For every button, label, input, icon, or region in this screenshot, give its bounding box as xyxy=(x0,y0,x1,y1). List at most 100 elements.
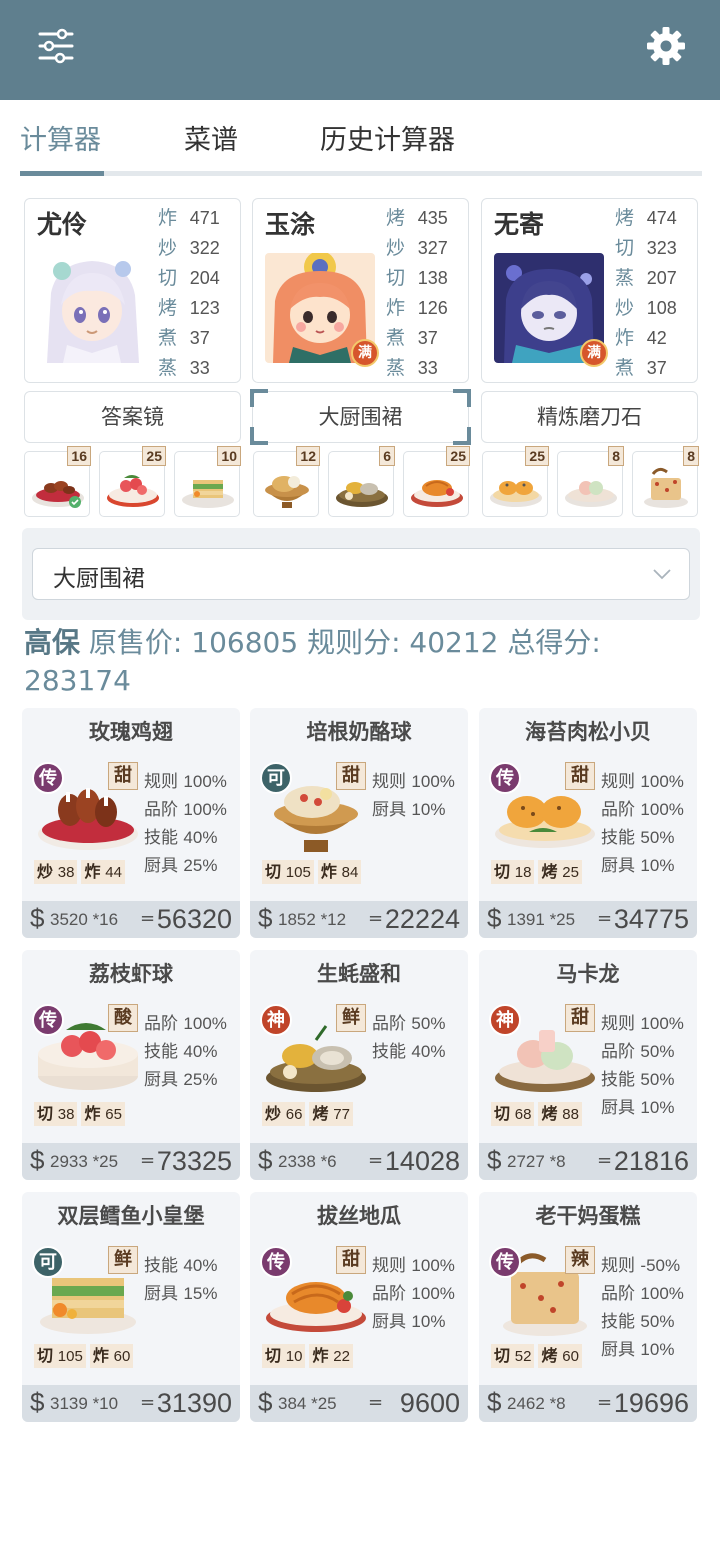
selection-corner xyxy=(250,389,268,407)
bonus-value: 100% xyxy=(183,1014,227,1033)
mini-dish-slot[interactable]: 25 xyxy=(482,446,549,517)
rarity-badge: 可 xyxy=(260,762,292,794)
dish-total: 34775 xyxy=(613,904,689,934)
gear-icon[interactable] xyxy=(644,24,688,68)
dish-count-badge: 25 xyxy=(525,446,549,466)
rule-score-value: 40212 xyxy=(409,626,499,659)
bonus-value: 100% xyxy=(411,1256,455,1275)
price-bar: $2933 *25 = 73325 xyxy=(22,1143,240,1180)
bonus-value: 10% xyxy=(640,1098,675,1117)
skill-requirements: 切 52 烤 60 xyxy=(491,1344,582,1368)
dish-total: 31390 xyxy=(156,1388,232,1418)
mini-dish-slot[interactable]: 16 xyxy=(24,446,91,517)
bonus-list: 技能 40% 厨具 15% xyxy=(144,1252,217,1308)
mini-dish-slot[interactable]: 25 xyxy=(99,446,166,517)
mini-dish-slot[interactable]: 10 xyxy=(174,446,241,517)
dish-total: 21816 xyxy=(613,1146,689,1176)
price-bar: $384 *25 = 9600 xyxy=(250,1385,468,1422)
bonus-row: 技能 40% xyxy=(144,1252,217,1280)
mini-dish-slot[interactable]: 12 xyxy=(253,446,320,517)
chef-card[interactable]: 玉涂 满 烤 435 炒 327 切 138 炸 126 煮 37 蒸 33 xyxy=(252,198,469,383)
dish-card[interactable]: 培根奶酪球可甜规则 100% 厨具 10% 切 105 炸 84 $1852 *12 = 2… xyxy=(250,708,468,938)
bonus-row: 规则 100% xyxy=(372,768,455,796)
bonus-row: 规则 100% xyxy=(372,1252,455,1280)
bonus-label: 技能 xyxy=(144,1042,178,1062)
dish-name: 马卡龙 xyxy=(556,962,620,986)
skill-requirements: 切 18 烤 25 xyxy=(491,860,582,884)
chef-card[interactable]: 无寄 满 烤 474 切 323 蒸 207 炒 108 炸 42 煮 37 xyxy=(481,198,698,383)
equals-sign: = xyxy=(597,1392,613,1413)
equipment-button-selected[interactable]: 大厨围裙 xyxy=(250,389,471,445)
dish-card[interactable]: 海苔肉松小贝传甜规则 100% 品阶 100% 技能 50% 厨具 10% 切 18 烤 … xyxy=(479,708,697,938)
bonus-value: 25% xyxy=(183,856,218,875)
dish-card[interactable]: 拔丝地瓜传甜规则 100% 品阶 100% 厨具 10% 切 10 炸 22 $384 *… xyxy=(250,1192,468,1422)
dish-name: 生蚝盛和 xyxy=(317,962,401,986)
skill-requirements: 炒 66 烤 77 xyxy=(262,1102,353,1126)
dish-name: 培根奶酪球 xyxy=(306,720,412,744)
score-summary: 高保 原售价: 106805 规则分: 40212 总得分: 283174 xyxy=(24,624,704,700)
dish-count-badge: 25 xyxy=(142,446,166,466)
bonus-row: 品阶 50% xyxy=(372,1010,445,1038)
bonus-value: 10% xyxy=(640,1340,675,1359)
mini-dish-slot[interactable]: 25 xyxy=(403,446,470,517)
dish-name: 拔丝地瓜 xyxy=(317,1204,401,1228)
bonus-label: 技能 xyxy=(372,1042,406,1062)
mini-dish-slot[interactable]: 8 xyxy=(557,446,624,517)
tab-calculator[interactable]: 计算器 xyxy=(20,118,101,157)
price-calculation: 2462 *8 xyxy=(507,1394,566,1413)
dish-card[interactable]: 马卡龙神甜规则 100% 品阶 50% 技能 50% 厨具 10% 切 68 烤 88 $2… xyxy=(479,950,697,1180)
dish-count-badge: 12 xyxy=(296,446,320,466)
rule-score-label: 规则分: xyxy=(307,626,401,659)
dish-card[interactable]: 老干妈蛋糕传辣规则 -50% 品阶 100% 技能 50% 厨具 10% 切 52 烤 6… xyxy=(479,1192,697,1422)
tab-track xyxy=(20,171,702,176)
max-level-badge: 满 xyxy=(580,339,608,367)
equipment-button[interactable]: 精炼磨刀石 xyxy=(481,391,698,443)
rarity-badge: 传 xyxy=(32,1004,64,1036)
bonus-label: 技能 xyxy=(601,828,635,848)
bonus-value: 40% xyxy=(411,1042,446,1061)
flavor-badge: 酸 xyxy=(108,1004,138,1032)
dish-total: 56320 xyxy=(156,904,232,934)
dish-card[interactable]: 玫瑰鸡翅传甜规则 100% 品阶 100% 技能 40% 厨具 25% 炒 38 炸 44… xyxy=(22,708,240,938)
equals-sign: = xyxy=(140,1392,156,1413)
skill-requirement: 炸 65 xyxy=(81,1102,125,1126)
price-calculation: 2338 *6 xyxy=(278,1152,337,1171)
max-level-badge: 满 xyxy=(351,339,379,367)
bonus-row: 品阶 100% xyxy=(601,796,684,824)
price-bar: $3520 *16 = 56320 xyxy=(22,901,240,938)
skill-requirement: 切 38 xyxy=(34,1102,78,1126)
dollar-icon: $ xyxy=(30,903,45,933)
bonus-row: 规则 100% xyxy=(601,768,684,796)
dish-card[interactable]: 荔枝虾球传酸品阶 100% 技能 40% 厨具 25% 切 38 炸 65 $2933 *… xyxy=(22,950,240,1180)
chef-card[interactable]: 尤伶 炸 471 炒 322 切 204 烤 123 煮 37 蒸 33 xyxy=(24,198,241,383)
bonus-value: 100% xyxy=(640,800,684,819)
tab-history-calculator[interactable]: 历史计算器 xyxy=(320,118,455,157)
dish-count-badge: 16 xyxy=(67,446,91,466)
mini-dish-slot[interactable]: 8 xyxy=(632,446,699,517)
price-bar: $2338 *6 = 14028 xyxy=(250,1143,468,1180)
bonus-value: 100% xyxy=(640,772,684,791)
dish-total: 19696 xyxy=(613,1388,689,1418)
bonus-value: 50% xyxy=(411,1014,446,1033)
bonus-label: 技能 xyxy=(601,1312,635,1332)
dish-card[interactable]: 双层鳕鱼小皇堡可鲜技能 40% 厨具 15% 切 105 炸 60 $3139 *10 =… xyxy=(22,1192,240,1422)
flavor-badge: 甜 xyxy=(108,762,138,790)
bonus-row: 厨具 10% xyxy=(372,796,455,824)
bonus-row: 厨具 10% xyxy=(601,852,684,880)
rarity-badge: 可 xyxy=(32,1246,64,1278)
bonus-label: 厨具 xyxy=(372,800,406,820)
bonus-value: 10% xyxy=(640,856,675,875)
bonus-value: 50% xyxy=(640,1042,675,1061)
dish-count-badge: 8 xyxy=(683,446,699,466)
mini-dish-slot[interactable]: 6 xyxy=(328,446,395,517)
bonus-row: 厨具 25% xyxy=(144,1066,227,1094)
equipment-select[interactable]: 大厨围裙 xyxy=(32,548,690,600)
bonus-value: 40% xyxy=(183,1042,218,1061)
bonus-row: 技能 40% xyxy=(372,1038,445,1066)
tab-recipes[interactable]: 菜谱 xyxy=(184,118,238,157)
equipment-button[interactable]: 答案镜 xyxy=(24,391,241,443)
bonus-row: 品阶 50% xyxy=(601,1038,684,1066)
dish-card[interactable]: 生蚝盛和神鲜品阶 50% 技能 40% 炒 66 烤 77 $2338 *6 = 14028 xyxy=(250,950,468,1180)
sliders-icon[interactable] xyxy=(36,26,76,66)
bonus-value: 50% xyxy=(640,1070,675,1089)
